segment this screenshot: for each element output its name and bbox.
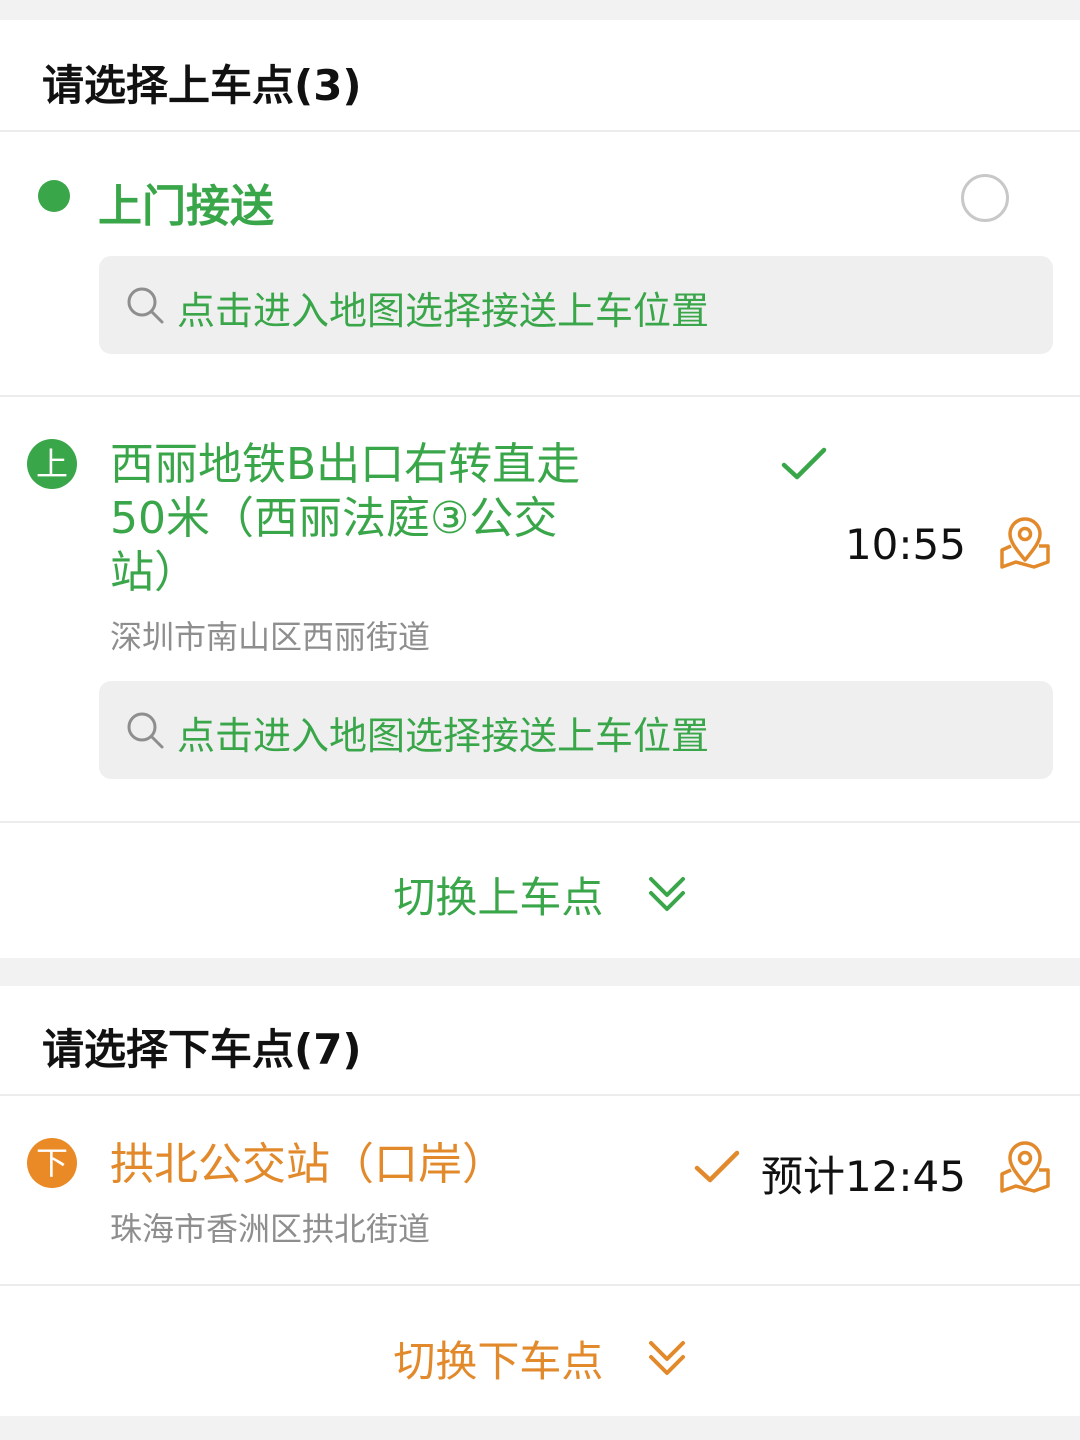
divider [0, 821, 1080, 823]
divider [0, 1094, 1080, 1096]
switch-dropoff-button[interactable]: 切换下车点 [0, 1328, 1080, 1389]
dropoff-stop-address: 珠海市香洲区拱北街道 [110, 1210, 431, 1248]
dropoff-section-title: 请选择下车点(7) [42, 1025, 362, 1074]
search-placeholder: 点击进入地图选择接送上车位置 [177, 714, 710, 758]
pickup-stop-address: 深圳市南山区西丽街道 [110, 618, 431, 656]
map-pin-icon[interactable] [998, 1140, 1052, 1194]
pickup-stop-name: 西丽地铁B出口右转直走50米（西丽法庭③公交站） [110, 439, 581, 598]
double-chevron-down-icon [648, 876, 685, 911]
map-pin-icon[interactable] [998, 516, 1052, 570]
pickup-time: 10:55 [844, 520, 966, 569]
door-to-door-title: 上门接送 [98, 181, 274, 232]
check-icon [781, 447, 827, 480]
search-icon [127, 712, 164, 749]
switch-dropoff-label: 切换下车点 [393, 1337, 604, 1386]
door-to-door-dot-icon [38, 180, 70, 212]
switch-pickup-label: 切换上车点 [393, 873, 604, 922]
divider [0, 395, 1080, 397]
door-to-door-radio[interactable] [961, 174, 1009, 222]
door-to-door-search-box[interactable]: 点击进入地图选择接送上车位置 [99, 256, 1053, 354]
dropoff-stop-name: 拱北公交站（口岸） [110, 1139, 506, 1190]
switch-pickup-button[interactable]: 切换上车点 [0, 864, 1080, 925]
pickup-badge: 上 [27, 439, 77, 489]
pickup-card: 请选择上车点(3) 上门接送 点击进入地图选择接送上车位置 上 西丽地铁B出口右… [0, 20, 1080, 958]
dropoff-card: 请选择下车点(7) 下 拱北公交站（口岸） 珠海市香洲区拱北街道 预计12:45… [0, 986, 1080, 1416]
divider [0, 130, 1080, 132]
pickup-stop-search-box[interactable]: 点击进入地图选择接送上车位置 [99, 681, 1053, 779]
dropoff-time: 预计12:45 [760, 1152, 966, 1201]
search-icon [127, 287, 164, 324]
double-chevron-down-icon [648, 1340, 685, 1375]
divider [0, 1284, 1080, 1286]
search-placeholder: 点击进入地图选择接送上车位置 [177, 289, 710, 333]
pickup-section-title: 请选择上车点(3) [42, 61, 362, 110]
dropoff-badge: 下 [27, 1138, 77, 1188]
check-icon [694, 1150, 740, 1183]
